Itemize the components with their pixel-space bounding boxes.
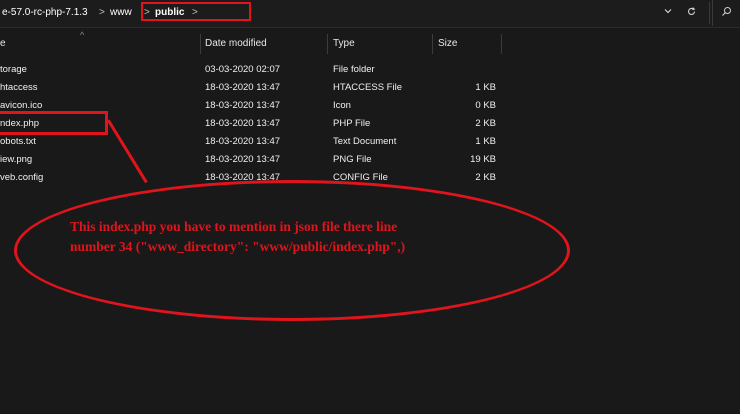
- file-name: iew.png: [0, 154, 33, 165]
- column-separator[interactable]: [432, 34, 433, 54]
- file-type: PNG File: [333, 154, 372, 165]
- file-row[interactable]: torage 03-03-2020 02:07 File folder: [0, 61, 520, 79]
- file-name: htaccess: [0, 82, 38, 93]
- file-date: 18-03-2020 13:47: [205, 82, 281, 93]
- file-date: 03-03-2020 02:07: [205, 64, 281, 75]
- address-bar[interactable]: e-57.0-rc-php-7.1.3 > www > public >: [0, 0, 740, 28]
- breadcrumb-segment[interactable]: e-57.0-rc-php-7.1.3: [2, 6, 88, 20]
- column-header-size[interactable]: Size: [438, 37, 457, 51]
- file-date: 18-03-2020 13:47: [205, 100, 281, 111]
- chevron-down-icon[interactable]: [663, 6, 673, 21]
- toolbar-divider: [709, 2, 710, 24]
- refresh-icon[interactable]: [686, 6, 697, 22]
- search-input[interactable]: [712, 0, 740, 26]
- highlight-box-index-php: [0, 111, 108, 135]
- annotation-line-1: This index.php you have to mention in js…: [70, 219, 398, 234]
- file-size: 0 KB: [475, 100, 496, 111]
- file-row[interactable]: iew.png 18-03-2020 13:47 PNG File 19 KB: [0, 151, 520, 169]
- highlight-box-breadcrumb: [141, 2, 251, 21]
- search-icon: [721, 6, 732, 20]
- file-size: 2 KB: [475, 172, 496, 183]
- column-header-row: ^ e Date modified Type Size: [0, 30, 740, 54]
- column-header-type[interactable]: Type: [333, 37, 355, 51]
- annotation-note: This index.php you have to mention in js…: [70, 217, 560, 257]
- column-separator[interactable]: [200, 34, 201, 54]
- file-type: File folder: [333, 64, 375, 75]
- file-size: 2 KB: [475, 118, 496, 129]
- file-size: 19 KB: [470, 154, 496, 165]
- file-row[interactable]: htaccess 18-03-2020 13:47 HTACCESS File …: [0, 79, 520, 97]
- file-type: HTACCESS File: [333, 82, 402, 93]
- file-name: veb.config: [0, 172, 44, 183]
- file-row[interactable]: obots.txt 18-03-2020 13:47 Text Document…: [0, 133, 520, 151]
- annotation-line-2: number 34 ("www_directory": "www/public/…: [70, 239, 406, 254]
- column-header-name[interactable]: e: [0, 37, 6, 51]
- sort-ascending-icon: ^: [80, 30, 85, 40]
- breadcrumb-separator-icon[interactable]: >: [99, 6, 105, 20]
- column-separator[interactable]: [501, 34, 502, 54]
- file-type: PHP File: [333, 118, 371, 129]
- breadcrumb-segment[interactable]: www: [110, 6, 132, 20]
- file-date: 18-03-2020 13:47: [205, 154, 281, 165]
- file-type: Text Document: [333, 136, 397, 147]
- file-date: 18-03-2020 13:47: [205, 136, 281, 147]
- column-separator[interactable]: [327, 34, 328, 54]
- file-name: torage: [0, 64, 27, 75]
- file-size: 1 KB: [475, 136, 496, 147]
- column-header-date-modified[interactable]: Date modified: [205, 37, 267, 51]
- file-name: obots.txt: [0, 136, 36, 147]
- file-date: 18-03-2020 13:47: [205, 118, 281, 129]
- file-size: 1 KB: [475, 82, 496, 93]
- file-type: Icon: [333, 100, 351, 111]
